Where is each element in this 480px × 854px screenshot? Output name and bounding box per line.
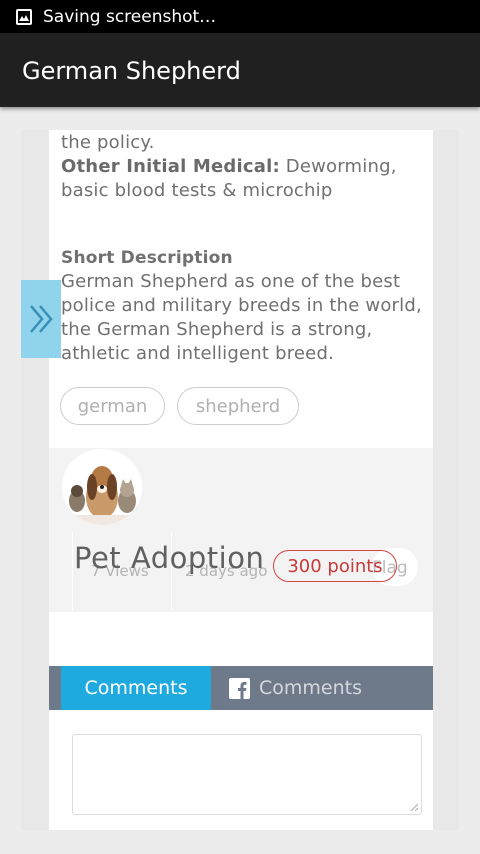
policy-text: the policy. [61, 132, 155, 153]
medical-label: Other Initial Medical: [61, 156, 280, 177]
page-title: German Shepherd [22, 57, 241, 85]
facebook-icon [229, 677, 250, 699]
status-text: Saving screenshot… [43, 6, 217, 27]
image-icon [16, 8, 32, 25]
description-line: police and military breeds in the world, [61, 295, 422, 316]
short-description-heading: Short Description [61, 248, 233, 268]
tab-facebook-label: Comments [259, 677, 362, 699]
tab-comments[interactable]: Comments [61, 666, 211, 710]
pets-avatar-image [62, 449, 142, 525]
comment-input[interactable] [72, 734, 422, 815]
tag-shepherd[interactable]: shepherd [177, 387, 299, 425]
description-line: athletic and intelligent breed. [61, 343, 334, 364]
status-bar: Saving screenshot… [0, 0, 480, 33]
medical-info-line2: basic blood tests & microchip [61, 180, 333, 201]
description-line: German Shepherd as one of the best [61, 271, 401, 292]
medical-value: Deworming, [279, 156, 397, 177]
tag-german[interactable]: german [60, 387, 165, 425]
description-line: the German Shepherd is a strong, [61, 319, 373, 340]
points-badge: 300 points [273, 550, 397, 582]
resize-handle-icon [410, 803, 418, 811]
side-drawer-toggle[interactable] [21, 280, 61, 358]
avatar[interactable] [62, 449, 142, 525]
stat-divider [72, 532, 73, 610]
medical-info: Other Initial Medical: Deworming, [61, 155, 397, 179]
tab-facebook-comments[interactable]: Comments [229, 666, 362, 710]
app-bar: German Shepherd [0, 33, 480, 107]
double-chevron-right-icon [30, 305, 53, 333]
author-name[interactable]: Pet Adoption [74, 541, 264, 575]
